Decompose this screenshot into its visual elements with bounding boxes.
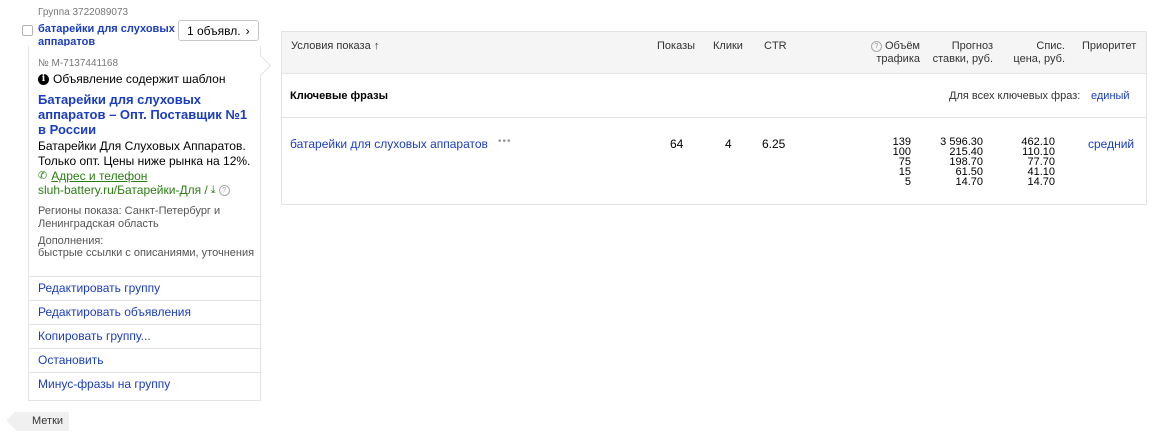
header-traffic-line1: Объём [884,40,920,52]
copy-group-link[interactable]: Копировать группу... [29,324,260,348]
header-writeoff[interactable]: Спис. цена, руб. [1005,40,1065,66]
template-note-text: Объявление содержит шаблон [53,72,226,86]
header-forecast[interactable]: Прогноз ставки, руб. [925,40,993,66]
ads-count-label: 1 объявл. [187,23,241,38]
group-id: Группа 3722089073 [38,7,129,18]
clicks-value: 4 [725,137,732,151]
tags-label: Метки [32,415,64,427]
all-phrases-label: Для всех ключевых фраз: [949,90,1081,102]
priority-value[interactable]: средний [1088,137,1134,151]
writeoff-value: 14.70 [1027,176,1055,188]
ad-text: Батарейки Для Слуховых Аппаратов. Только… [38,139,251,168]
ctr-value: 6.25 [762,137,786,151]
header-clicks[interactable]: Клики [713,40,743,53]
forecast-value: 14.70 [955,176,983,188]
header-ctr[interactable]: CTR [764,40,787,53]
header-writeoff-line2: цена, руб. [1013,53,1065,65]
header-traffic-line2: трафика [876,53,920,65]
regions: Регионы показа: Санкт-Петербург и Ленинг… [38,205,221,230]
header-forecast-line1: Прогноз [951,40,993,52]
minus-phrases-link[interactable]: Минус-фразы на группу [29,372,260,396]
forecast-column: 3 596.30 215.40 198.70 61.50 14.70 [925,137,983,188]
header-impressions[interactable]: Показы [657,40,695,53]
group-checkbox[interactable] [22,25,33,36]
edit-ads-link[interactable]: Редактировать объявления [29,300,260,324]
additions-value: быстрые ссылки с описаниями, уточнения [38,247,255,259]
chevron-right-icon: › [245,23,250,38]
header-forecast-line2: ставки, руб. [932,53,993,65]
keyword-phrase-link[interactable]: батарейки для слуховых аппаратов [290,137,488,151]
traffic-column: 139 100 75 15 5 [870,137,911,188]
template-note: i Объявление содержит шаблон [38,72,225,86]
ad-title[interactable]: Батарейки для слуховых аппаратов – Опт. … [38,92,248,137]
help-icon[interactable]: ? [218,185,230,196]
phone-icon: ✆ [38,170,48,182]
group-actions: Редактировать группу Редактировать объяв… [29,276,260,396]
header-priority[interactable]: Приоритет [1082,40,1136,53]
ad-number: № М-7137441168 [38,58,119,69]
header-conditions[interactable]: Условия показа ↑ [291,40,379,53]
tags-button[interactable]: Метки [16,412,70,431]
traffic-value: 5 [904,176,911,188]
info-icon: i [38,73,49,85]
writeoff-column: 462.10 110.10 77.70 41.10 14.70 [1005,137,1055,188]
section-title: Ключевые фразы [290,90,388,102]
help-icon[interactable]: ? [870,41,882,52]
more-dots-icon[interactable]: ••• [498,136,512,147]
impressions-value: 64 [670,137,684,151]
row-divider [282,117,1146,118]
address-link[interactable]: ✆ Адрес и телефон [38,169,147,184]
edit-group-link[interactable]: Редактировать группу [29,276,260,300]
all-phrases-value[interactable]: единый [1091,90,1130,102]
ads-count-button[interactable]: 1 объявл. › [178,20,259,41]
header-writeoff-line1: Спис. [1036,40,1065,52]
display-url: sluh-battery.ru/Батарейки-Для / ⤓ ? [38,183,230,198]
download-icon: ⤓ [210,184,216,196]
stop-link[interactable]: Остановить [29,348,260,372]
header-traffic[interactable]: ? Объём трафика [870,40,920,66]
address-label: Адрес и телефон [51,169,148,183]
display-url-text: sluh-battery.ru/Батарейки-Для / [38,183,208,197]
